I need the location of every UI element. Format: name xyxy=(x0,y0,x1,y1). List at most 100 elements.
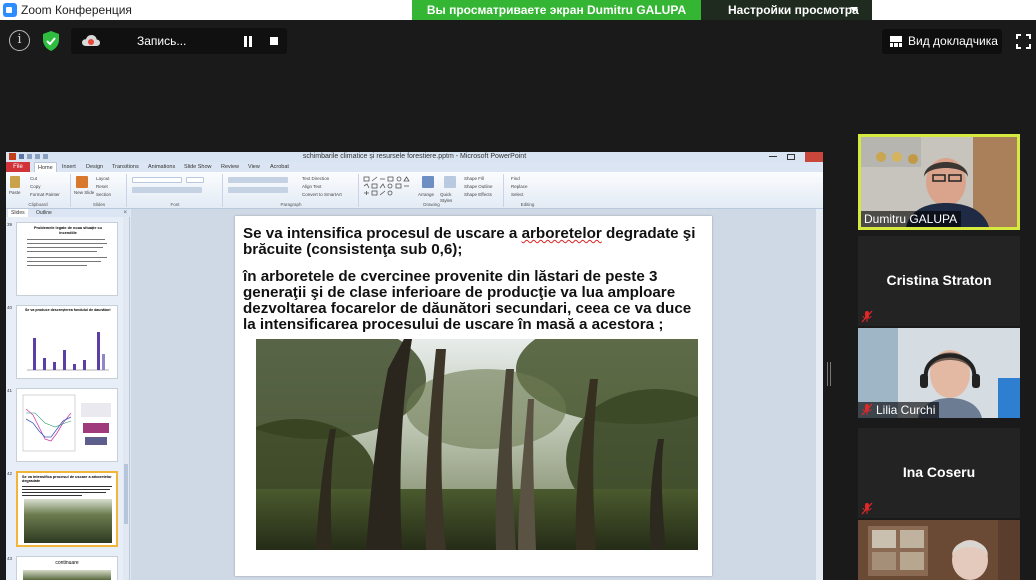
slide-scrollbar[interactable] xyxy=(816,209,823,580)
panel-resize-handle[interactable] xyxy=(827,362,831,386)
ribbon-group-clipboard: Paste Cut Copy Format Painter Clipboard xyxy=(6,174,71,207)
font-name-box[interactable] xyxy=(132,177,182,183)
clipboard-label: Clipboard xyxy=(28,202,48,207)
pane-tabs: Slides Outline × xyxy=(6,209,130,217)
participant-tile-active[interactable]: Dumitru GALUPA xyxy=(858,134,1020,230)
thumbnail-title: continuare xyxy=(55,560,79,566)
arrange-button[interactable]: Arrange xyxy=(418,192,434,197)
tab-outline[interactable]: Outline xyxy=(36,209,52,217)
shape-effects-button[interactable]: Shape Effects xyxy=(464,192,492,197)
paste-icon[interactable] xyxy=(10,176,20,188)
slide-number: 40 xyxy=(7,305,13,310)
recording-panel: Запись... xyxy=(71,28,287,54)
thumbnail-title: Problemele legate de noua situație cu in… xyxy=(34,226,102,235)
align-text-button[interactable]: Align Text xyxy=(302,184,321,189)
cut-button[interactable]: Cut xyxy=(30,176,37,181)
thumbnail-forest-photo xyxy=(23,570,111,580)
muted-microphone-icon xyxy=(861,403,873,416)
replace-button[interactable]: Replace xyxy=(511,184,528,189)
editing-label: Editing xyxy=(520,202,535,207)
current-slide[interactable]: Se va intensifica procesul de uscare a a… xyxy=(235,216,712,576)
align-buttons[interactable] xyxy=(228,187,288,193)
new-slide-icon[interactable] xyxy=(76,176,88,188)
find-button[interactable]: Find xyxy=(511,176,520,181)
stop-recording-icon[interactable] xyxy=(270,37,278,45)
ppt-tab-home[interactable]: Home xyxy=(34,162,57,172)
pane-scrollbar[interactable] xyxy=(123,217,129,580)
list-buttons[interactable] xyxy=(228,177,288,183)
ppt-window-controls xyxy=(763,152,823,162)
recording-status: Запись... xyxy=(137,34,187,48)
participant-tile[interactable]: Lilia Curchi xyxy=(858,328,1020,418)
slide-number: 41 xyxy=(7,388,13,393)
participant-tile[interactable]: Cristina Straton xyxy=(858,236,1020,326)
ppt-tab-review[interactable]: Review xyxy=(221,162,239,172)
ribbon-group-paragraph: Text Direction Align Text Convert to Sma… xyxy=(224,174,359,207)
ribbon-group-font: Font xyxy=(128,174,223,207)
close-icon[interactable] xyxy=(805,152,823,162)
speaker-view-button[interactable]: Вид докладчика xyxy=(882,29,1002,54)
section-button[interactable]: Section xyxy=(96,192,111,197)
speaker-view-icon xyxy=(890,36,902,47)
security-shield-icon[interactable] xyxy=(39,29,63,53)
font-format-buttons[interactable] xyxy=(132,187,202,193)
shape-fill-button[interactable]: Shape Fill xyxy=(464,176,484,181)
app-title: Zoom Конференция xyxy=(21,3,132,17)
participant-tile[interactable]: Ina Coseru xyxy=(858,428,1020,518)
pause-recording-icon[interactable] xyxy=(243,36,253,47)
ppt-tab-transitions[interactable]: Transitions xyxy=(112,162,139,172)
participant-name: Lilia Curchi xyxy=(858,402,940,418)
select-button[interactable]: Select xyxy=(511,192,524,197)
ppt-tab-acrobat[interactable]: Acrobat xyxy=(270,162,289,172)
ppt-tab-design[interactable]: Design xyxy=(86,162,103,172)
copy-button[interactable]: Copy xyxy=(30,184,41,189)
fullscreen-icon[interactable] xyxy=(1016,34,1031,49)
participant-tile[interactable] xyxy=(858,520,1020,580)
thumbnail-line-chart xyxy=(22,394,111,452)
quick-styles-icon[interactable] xyxy=(444,176,456,188)
font-size-box[interactable] xyxy=(186,177,204,183)
reset-button[interactable]: Reset xyxy=(96,184,108,189)
slide-body-text[interactable]: Se va intensifica procesul de uscare a a… xyxy=(243,226,705,333)
arrange-icon[interactable] xyxy=(422,176,434,188)
slide-paragraph-1: Se va intensifica procesul de uscare a a… xyxy=(243,225,696,258)
thumbnail-bar-chart xyxy=(27,332,109,371)
shape-outline-button[interactable]: Shape Outline xyxy=(464,184,493,189)
ppt-tab-insert[interactable]: Insert xyxy=(62,162,76,172)
ppt-file-tab[interactable]: File xyxy=(6,162,30,172)
thumbnail-title: Se va produce descreșterea fondului de d… xyxy=(25,308,111,312)
slide-canvas: Se va intensifica procesul de uscare a a… xyxy=(131,209,823,580)
slides-label: Slides xyxy=(92,202,106,207)
paste-button[interactable]: Paste xyxy=(9,190,21,195)
title-bar: Zoom Конференция Вы просматриваете экран… xyxy=(0,0,1036,20)
slide-number: 39 xyxy=(7,222,13,227)
text-direction-button[interactable]: Text Direction xyxy=(302,176,329,181)
maximize-icon[interactable] xyxy=(787,154,795,160)
ppt-ribbon-tabs: File Home Insert Design Transitions Anim… xyxy=(6,162,823,172)
view-settings-button[interactable]: Настройки просмотра xyxy=(701,0,872,20)
info-icon: i xyxy=(17,32,22,47)
tab-slides[interactable]: Slides xyxy=(8,209,28,217)
ppt-tab-view[interactable]: View xyxy=(248,162,260,172)
ppt-document-title: schimbarile climatice și resursele fores… xyxy=(302,153,527,160)
forest-photo[interactable] xyxy=(256,339,698,550)
ribbon-group-editing: Find Replace Select Editing xyxy=(505,174,550,207)
slides-pane: Slides Outline × 39 Problemele legate de… xyxy=(6,209,130,580)
muted-microphone-icon xyxy=(861,502,873,515)
meeting-info-button[interactable]: i xyxy=(9,30,30,51)
shared-screen: schimbarile climatice și resursele fores… xyxy=(6,152,823,580)
ppt-tab-animations[interactable]: Animations xyxy=(148,162,175,172)
format-painter-button[interactable]: Format Painter xyxy=(30,192,60,197)
ribbon-group-slides: New Slide Layout Reset Section Slides xyxy=(72,174,127,207)
ppt-tab-slide-show[interactable]: Slide Show xyxy=(184,162,212,172)
layout-button[interactable]: Layout xyxy=(96,176,110,181)
muted-microphone-icon xyxy=(861,310,873,323)
minimize-icon[interactable] xyxy=(769,156,777,157)
screen-share-banner: Вы просматриваете экран Dumitru GALUPA xyxy=(412,0,701,20)
font-label: Font xyxy=(170,202,180,207)
convert-smartart-button[interactable]: Convert to SmartArt xyxy=(302,192,342,197)
shapes-gallery[interactable] xyxy=(363,176,415,200)
close-icon[interactable]: × xyxy=(123,209,127,217)
view-settings-label: Настройки просмотра xyxy=(728,3,859,17)
new-slide-button[interactable]: New Slide xyxy=(74,190,94,195)
